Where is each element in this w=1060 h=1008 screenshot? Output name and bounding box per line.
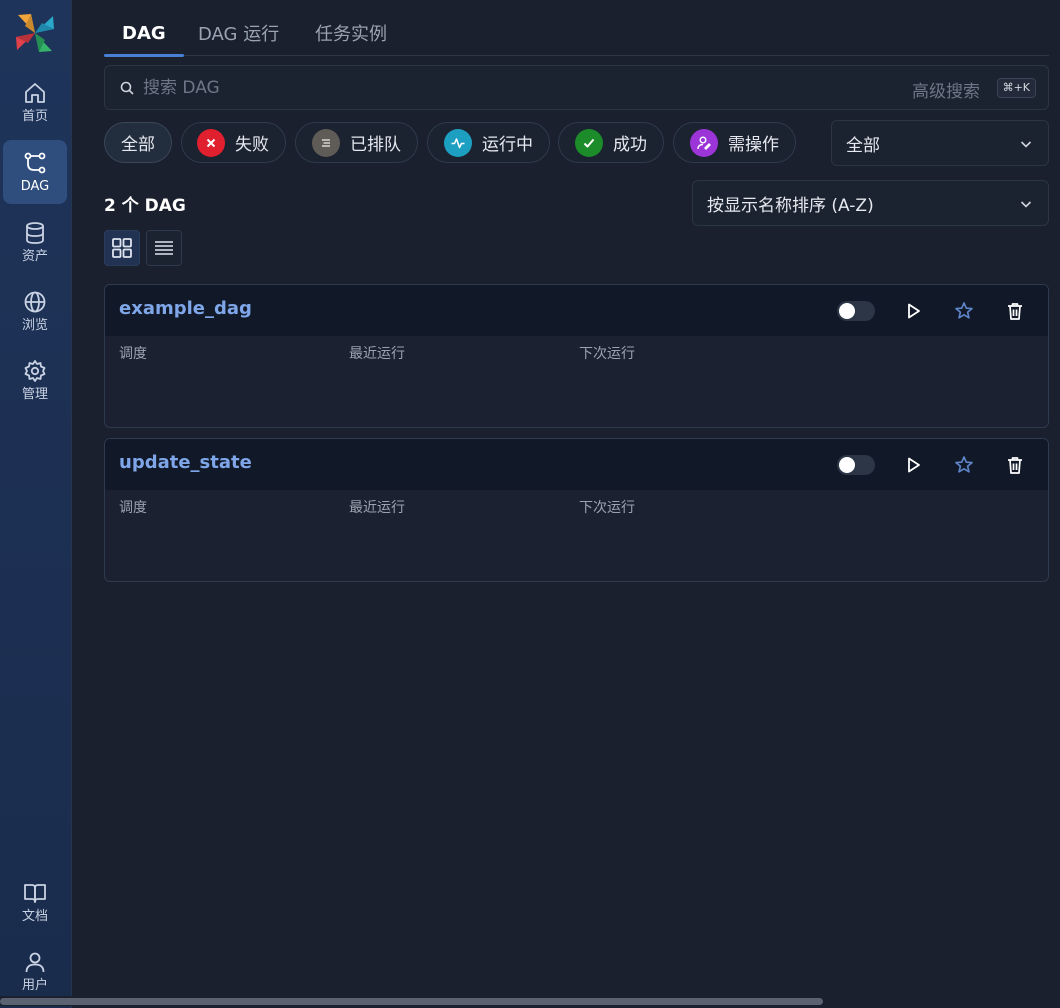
search-bar: 高级搜索 ⌘+K [104, 65, 1049, 110]
chevron-down-icon [1020, 201, 1032, 208]
pause-toggle[interactable] [837, 455, 875, 475]
filter-label: 失败 [235, 135, 269, 155]
latest-run-label: 最近运行 [349, 500, 405, 516]
grid-icon [112, 238, 132, 258]
star-icon [955, 456, 973, 473]
horizontal-scrollbar[interactable] [0, 996, 1060, 1006]
scrollbar-thumb[interactable] [0, 998, 823, 1005]
book-icon [24, 883, 46, 903]
search-icon [120, 81, 134, 95]
list-view-button[interactable] [146, 230, 182, 266]
trigger-dag-button[interactable] [900, 298, 926, 324]
favorite-button[interactable] [951, 452, 977, 478]
sidebar-item-docs[interactable]: 文档 [3, 870, 67, 934]
dag-name-link[interactable]: update_state [119, 452, 252, 473]
tab-dag[interactable]: DAG [104, 10, 184, 57]
trash-icon [1008, 303, 1022, 320]
delete-dag-button[interactable] [1002, 298, 1028, 324]
pulse-icon [444, 128, 472, 157]
advanced-search-link[interactable]: 高级搜索 [912, 77, 980, 102]
keyboard-shortcut-badge: ⌘+K [996, 78, 1036, 98]
check-icon [575, 128, 603, 157]
user-icon [25, 952, 45, 972]
card-view-button[interactable] [104, 230, 140, 266]
sidebar-item-home[interactable]: 首页 [3, 70, 67, 134]
database-icon [26, 221, 44, 244]
delete-dag-button[interactable] [1002, 452, 1028, 478]
sidebar-item-label: 浏览 [21, 317, 48, 333]
sidebar-item-assets[interactable]: 资产 [3, 210, 67, 274]
sort-value: 按显示名称排序 (A-Z) [707, 195, 874, 216]
filter-label: 已排队 [350, 135, 401, 155]
sidebar-item-label: 资产 [21, 248, 48, 264]
queue-icon [312, 128, 340, 157]
filter-label: 需操作 [728, 135, 779, 155]
sidebar-item-browse[interactable]: 浏览 [3, 279, 67, 343]
filter-failed[interactable]: 失败 [181, 122, 286, 163]
tag-filter-select[interactable]: 全部 [831, 120, 1049, 166]
star-icon [955, 302, 973, 319]
filter-label: 运行中 [482, 135, 533, 155]
globe-icon [24, 291, 46, 312]
dag-name-link[interactable]: example_dag [119, 298, 252, 319]
sort-select[interactable]: 按显示名称排序 (A-Z) [692, 180, 1049, 226]
sidebar-item-dag[interactable]: DAG [3, 140, 67, 204]
tab-task-instances[interactable]: 任务实例 [297, 10, 405, 56]
user-edit-icon [690, 128, 718, 157]
dag-count: 2 个 DAG [104, 196, 186, 216]
dag-card: example_dag 调度 最近运行 下次运行 [104, 284, 1049, 428]
dag-icon [24, 152, 46, 173]
next-run-label: 下次运行 [579, 500, 635, 516]
gear-icon [24, 359, 46, 382]
tab-bar: DAG DAG 运行 任务实例 [104, 10, 1049, 57]
home-icon [25, 82, 45, 103]
play-icon [908, 457, 920, 473]
dag-card: update_state 调度 最近运行 下次运行 [104, 438, 1049, 582]
pause-toggle[interactable] [837, 301, 875, 321]
sidebar-item-label: 用户 [21, 977, 48, 993]
play-icon [908, 303, 920, 319]
tag-filter-value: 全部 [846, 135, 880, 156]
list-icon [155, 241, 173, 255]
filter-success[interactable]: 成功 [558, 122, 664, 163]
sidebar-item-label: DAG [20, 178, 50, 194]
trash-icon [1008, 457, 1022, 474]
search-input[interactable] [143, 74, 843, 102]
filter-running[interactable]: 运行中 [427, 122, 550, 163]
x-icon [197, 128, 225, 157]
filter-label: 全部 [121, 135, 155, 155]
filter-label: 成功 [613, 135, 647, 155]
filter-queued[interactable]: 已排队 [295, 122, 418, 163]
sidebar-item-label: 管理 [21, 386, 48, 402]
latest-run-label: 最近运行 [349, 346, 405, 362]
sidebar-item-user[interactable]: 用户 [3, 939, 67, 1003]
sidebar-item-admin[interactable]: 管理 [3, 348, 67, 412]
sidebar-item-label: 文档 [21, 908, 48, 924]
next-run-label: 下次运行 [579, 346, 635, 362]
schedule-label: 调度 [119, 346, 147, 362]
sidebar: 首页 DAG 资产 浏览 管理 文档 用户 [0, 0, 72, 1008]
filter-needs-action[interactable]: 需操作 [673, 122, 796, 163]
filter-all[interactable]: 全部 [104, 122, 172, 163]
chevron-down-icon [1020, 141, 1032, 148]
schedule-label: 调度 [119, 500, 147, 516]
tab-dag-runs[interactable]: DAG 运行 [180, 10, 297, 56]
airflow-logo[interactable] [14, 12, 56, 54]
trigger-dag-button[interactable] [900, 452, 926, 478]
favorite-button[interactable] [951, 298, 977, 324]
sidebar-item-label: 首页 [21, 108, 48, 124]
